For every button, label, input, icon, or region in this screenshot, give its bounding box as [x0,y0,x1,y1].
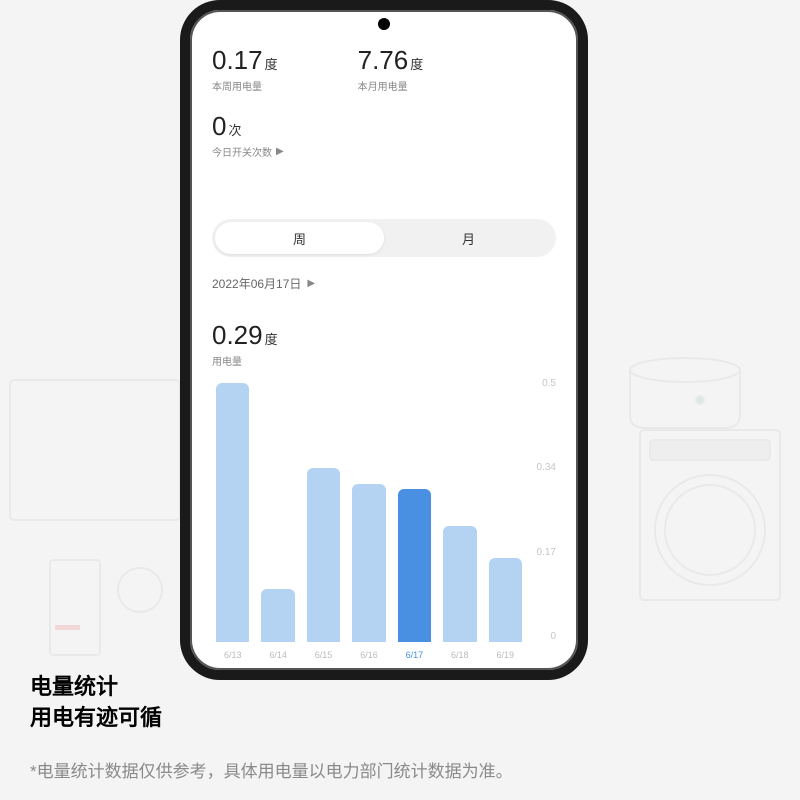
bg-desk-illustration [0,360,190,710]
bar-6-18[interactable]: 6/18 [443,378,476,642]
stat-week: 0.17度 本周用电量 [212,45,278,93]
footnote: *电量统计数据仅供参考，具体用电量以电力部门统计数据为准。 [30,757,513,782]
bar-6-13[interactable]: 6/13 [216,378,249,642]
caption-line-1: 电量统计 [30,672,162,703]
bar-6-19[interactable]: 6/19 [489,378,522,642]
caption-line-2: 用电有迹可循 [30,703,162,734]
bar-fill [216,383,249,642]
stat-month: 7.76度 本月用电量 [358,45,424,93]
bar-label: 6/13 [224,650,242,660]
chart-value: 0.29 [212,320,263,350]
stat-switch-unit: 次 [228,123,241,138]
bar-fill [352,484,385,642]
stat-switch-label-row[interactable]: 今日开关次数 ▶ [212,144,556,159]
stats-row-top: 0.17度 本周用电量 7.76度 本月用电量 [212,45,556,93]
usage-chart: 6/13 6/14 6/15 6/16 6/17 6/18 6/19 0.5 0.34 0.17… [212,378,556,660]
bar-fill [261,589,294,642]
stat-month-label: 本月用电量 [358,78,424,93]
chart-bars: 6/13 6/14 6/15 6/16 6/17 6/18 6/19 [212,378,526,660]
chart-value-label: 用电量 [212,353,556,368]
chevron-right-icon: ▶ [276,146,284,157]
toggle-week[interactable]: 周 [215,222,384,254]
y-tick: 0 [526,631,556,642]
camera-notch [378,18,390,30]
bar-6-15[interactable]: 6/15 [307,378,340,642]
stat-month-value: 7.76 [358,45,409,75]
stat-switch-value: 0 [212,111,226,141]
date-selector-text: 2022年06月17日 [212,275,301,292]
stat-week-unit: 度 [265,57,278,72]
bar-6-16[interactable]: 6/16 [352,378,385,642]
bar-label: 6/16 [360,650,378,660]
bar-fill [489,558,522,642]
chart-value-unit: 度 [265,332,278,347]
bar-fill [307,468,340,642]
caption-block: 电量统计 用电有迹可循 [30,672,162,734]
stat-month-unit: 度 [410,57,423,72]
toggle-month[interactable]: 月 [384,222,553,254]
bar-fill [443,526,476,642]
y-tick: 0.5 [526,378,556,389]
bar-label: 6/18 [451,650,469,660]
phone-frame: 0.17度 本周用电量 7.76度 本月用电量 0次 今日开关次数 ▶ 周 [180,0,588,680]
chevron-right-icon: ▶ [307,278,315,289]
bar-label: 6/19 [496,650,514,660]
period-toggle: 周 月 [212,219,556,257]
bar-label: 6/15 [315,650,333,660]
bar-6-14[interactable]: 6/14 [261,378,294,642]
bar-label: 6/14 [269,650,287,660]
y-tick: 0.34 [526,462,556,473]
stat-switch-label: 今日开关次数 [212,144,272,159]
stat-week-label: 本周用电量 [212,78,278,93]
app-screen: 0.17度 本周用电量 7.76度 本月用电量 0次 今日开关次数 ▶ 周 [190,10,578,670]
bar-label: 6/17 [406,650,424,660]
stat-switch[interactable]: 0次 今日开关次数 ▶ [212,111,556,159]
bar-6-17[interactable]: 6/17 [398,378,431,642]
y-tick: 0.17 [526,547,556,558]
chart-y-ticks: 0.5 0.34 0.17 0 [526,378,556,660]
bar-fill [398,489,431,642]
date-selector[interactable]: 2022年06月17日 ▶ [212,275,556,292]
stat-week-value: 0.17 [212,45,263,75]
